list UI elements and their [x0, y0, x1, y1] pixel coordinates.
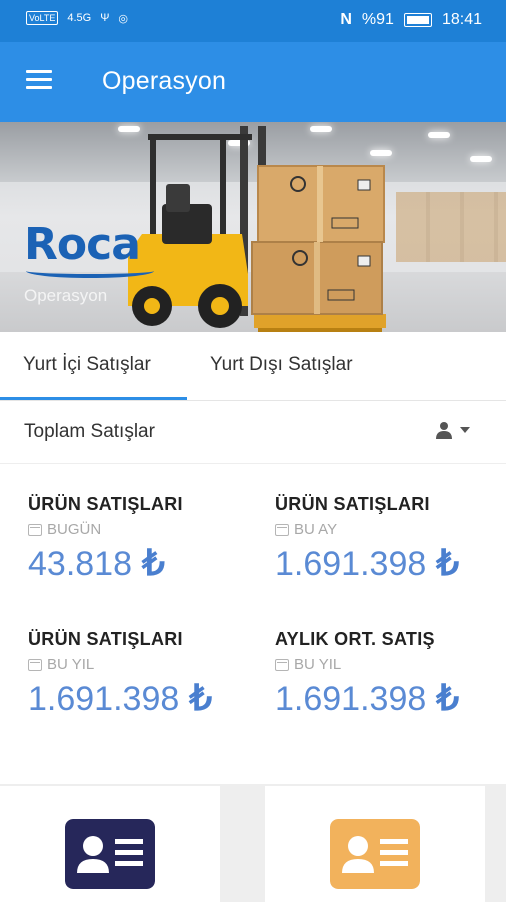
status-right-icons: N %91 18:41: [340, 11, 482, 29]
stat-title: ÜRÜN SATIŞLARI: [28, 629, 183, 649]
lira-icon: ₺: [436, 677, 460, 718]
calendar-icon: [28, 658, 42, 671]
usb-icon: Ψ: [100, 12, 110, 24]
status-left-icons: VoLTE 4.5G Ψ ◎: [26, 11, 128, 25]
stat-today: ÜRÜN SATIŞLARI BUGÜN 43.818 ₺: [28, 494, 258, 584]
lira-icon: ₺: [436, 542, 460, 583]
calendar-icon: [275, 523, 289, 536]
lira-icon: ₺: [189, 677, 213, 718]
stat-period-row: BU YIL: [28, 656, 258, 673]
forklift-illustration: [128, 126, 386, 332]
stat-value-row: 43.818 ₺: [28, 542, 258, 584]
network-indicator: 4.5G: [67, 12, 92, 24]
stat-period-row: BU AY: [275, 521, 505, 538]
sales-summary: ÜRÜN SATIŞLARI BUGÜN 43.818 ₺ ÜRÜN SATIŞ…: [0, 464, 506, 784]
calendar-icon: [28, 523, 42, 536]
tab-export-sales[interactable]: Yurt Dışı Satışlar: [210, 354, 353, 376]
stat-value: 1.691.398: [28, 680, 180, 718]
quick-cards: [0, 784, 506, 902]
volte-badge: VoLTE: [26, 11, 59, 25]
stat-title: ÜRÜN SATIŞLARI: [275, 494, 430, 514]
ceiling-lamp: [428, 132, 450, 138]
chevron-down-icon: [460, 427, 470, 433]
stat-period: BU AY: [294, 521, 338, 538]
stat-period: BUGÜN: [47, 521, 102, 538]
card-primary[interactable]: [0, 786, 220, 902]
battery-icon: [403, 13, 432, 27]
clock: 18:41: [441, 11, 482, 28]
stat-period: BU YIL: [294, 656, 342, 673]
stat-period-row: BU YIL: [275, 656, 505, 673]
stat-title: AYLIK ORT. SATIŞ: [275, 629, 435, 649]
app-bar: Operasyon: [0, 42, 506, 122]
stat-value: 1.691.398: [275, 680, 427, 718]
contact-card-icon: [330, 819, 420, 889]
status-bar: VoLTE 4.5G Ψ ◎ N %91 18:41: [0, 0, 506, 42]
battery-percent: %91: [361, 11, 394, 28]
nfc-icon: N: [340, 11, 352, 28]
stat-title: ÜRÜN SATIŞLARI: [28, 494, 183, 514]
stat-period: BU YIL: [47, 656, 95, 673]
banner-subtitle: Operasyon: [24, 286, 108, 305]
page-title: Operasyon: [102, 67, 227, 95]
stat-monthly-average: AYLIK ORT. SATIŞ BU YIL 1.691.398 ₺: [275, 629, 505, 719]
warehouse-shelves: [396, 192, 506, 262]
ceiling-lamp: [470, 156, 492, 162]
user-filter-dropdown[interactable]: [436, 421, 470, 439]
stat-period-row: BUGÜN: [28, 521, 258, 538]
stat-year: ÜRÜN SATIŞLARI BU YIL 1.691.398 ₺: [28, 629, 258, 719]
user-icon: [436, 422, 452, 439]
stat-value: 43.818: [28, 545, 132, 583]
lira-icon: ₺: [142, 542, 165, 583]
stat-value-row: 1.691.398 ₺: [275, 542, 505, 584]
hamburger-menu-icon[interactable]: [26, 70, 52, 90]
instagram-icon: ◎: [118, 12, 129, 25]
card-secondary[interactable]: [265, 786, 485, 902]
hero-banner: Roca Operasyon: [0, 122, 506, 332]
logo-wave: [26, 264, 154, 278]
tab-domestic-sales[interactable]: Yurt İçi Satışlar: [23, 354, 151, 376]
calendar-icon: [275, 658, 289, 671]
sales-tabs: Yurt İçi Satışlar Yurt Dışı Satışlar: [0, 332, 506, 400]
stat-value-row: 1.691.398 ₺: [275, 677, 505, 719]
stat-month: ÜRÜN SATIŞLARI BU AY 1.691.398 ₺: [275, 494, 505, 584]
stat-value-row: 1.691.398 ₺: [28, 677, 258, 719]
contact-card-icon: [65, 819, 155, 889]
stat-value: 1.691.398: [275, 545, 427, 583]
roca-logo: Roca: [24, 219, 141, 270]
section-title: Toplam Satışlar: [24, 421, 155, 442]
filter-bar: Toplam Satışlar: [0, 400, 506, 463]
